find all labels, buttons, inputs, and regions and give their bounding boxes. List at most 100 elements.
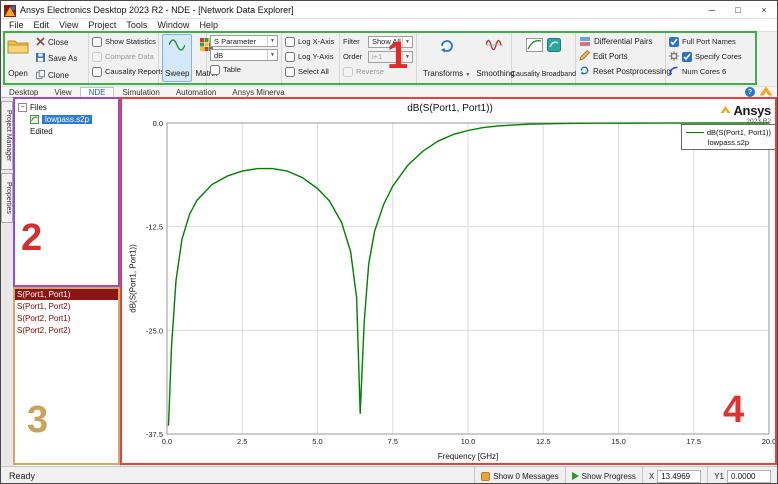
chevron-down-icon: ▼ xyxy=(267,36,277,46)
y-axis-label: dB(S(Port1, Port1)) xyxy=(129,199,138,359)
num-cores-control[interactable]: Num Cores 6 xyxy=(669,64,755,79)
log-x-axis-checkbox[interactable]: Log X-Axis xyxy=(285,34,336,49)
parameter-list-panel: S(Port1, Port1) S(Port1, Port2) S(Port2,… xyxy=(14,286,121,466)
edit-ports-button[interactable]: Edit Ports xyxy=(579,49,662,64)
maximize-icon[interactable]: □ xyxy=(725,1,751,18)
menu-item-edit[interactable]: Edit xyxy=(29,20,55,30)
chevron-down-icon: ▼ xyxy=(465,72,470,78)
parameter-row-s12[interactable]: S(Port1, Port2) xyxy=(14,300,120,312)
tab-desktop[interactable]: Desktop xyxy=(1,87,46,97)
y1-label: Y1 xyxy=(714,472,724,481)
save-as-label: Save As xyxy=(48,54,77,63)
select-all-label: Select All xyxy=(298,67,329,76)
ribbon-group-file-ops: Open Close Save As Clone xyxy=(1,32,89,86)
full-port-names-checkbox[interactable]: Full Port Names xyxy=(669,34,755,49)
ribbon-group-statistics: Show Statistics Compare Data Causality R… xyxy=(89,32,159,86)
select-all-checkbox[interactable]: Select All xyxy=(285,64,336,79)
tab-properties[interactable]: Properties xyxy=(1,173,13,223)
tab-automation[interactable]: Automation xyxy=(168,87,224,97)
menu-item-help[interactable]: Help xyxy=(194,20,223,30)
plot-area[interactable]: 0.02.55.07.510.012.515.017.520.00.0-12.5… xyxy=(121,98,778,466)
menu-item-view[interactable]: View xyxy=(54,20,83,30)
causality-reports-checkbox[interactable]: Causality Reports xyxy=(92,64,155,79)
menu-item-tools[interactable]: Tools xyxy=(121,20,152,30)
x-label: X xyxy=(649,472,654,481)
clone-icon xyxy=(36,70,45,81)
reset-postprocessing-label: Reset Postprocessing xyxy=(593,67,671,76)
tree-node-lowpass[interactable]: lowpass.s2p xyxy=(14,113,120,125)
filter-select[interactable]: Show All ▼ xyxy=(368,36,413,48)
chevron-down-icon: ▼ xyxy=(267,50,277,60)
parameter-row-s22[interactable]: S(Port2, Port2) xyxy=(14,324,120,336)
menu-item-window[interactable]: Window xyxy=(152,20,194,30)
tab-nde[interactable]: NDE xyxy=(80,87,115,97)
tab-project-manager[interactable]: Project Manager xyxy=(1,101,13,170)
svg-text:0.0: 0.0 xyxy=(153,119,163,128)
legend-source: lowpass.s2p xyxy=(708,138,749,147)
parameter-row-s11[interactable]: S(Port1, Port1) xyxy=(14,288,120,300)
compare-data-checkbox[interactable]: Compare Data xyxy=(92,49,155,64)
svg-text:7.5: 7.5 xyxy=(388,437,398,446)
reset-postprocessing-button[interactable]: Reset Postprocessing xyxy=(579,64,662,79)
tab-ansys-minerva[interactable]: Ansys Minerva xyxy=(224,87,292,97)
menu-item-file[interactable]: File xyxy=(4,20,29,30)
tree-node-files[interactable]: − Files xyxy=(14,101,120,113)
table-checkbox[interactable]: Table xyxy=(210,62,278,77)
smoothing-label: Smoothing xyxy=(476,69,514,78)
sweep-button[interactable]: Sweep xyxy=(162,34,192,82)
broadband-icon xyxy=(547,38,561,57)
tab-simulation[interactable]: Simulation xyxy=(114,87,167,97)
tree-expander-icon[interactable]: − xyxy=(18,103,27,112)
causality-broadband-button[interactable]: Causality Broadband xyxy=(515,34,572,82)
svg-text:17.5: 17.5 xyxy=(686,437,701,446)
transforms-label: Transforms ▼ xyxy=(423,69,470,78)
menu-item-project[interactable]: Project xyxy=(83,20,121,30)
open-button[interactable]: Open xyxy=(4,34,32,82)
close-icon[interactable]: × xyxy=(751,1,777,18)
table-label: Table xyxy=(223,65,241,74)
ribbon-group-filter: Filter Show All ▼ Order i+1 ▼ Reverse xyxy=(340,32,417,86)
sweep-icon xyxy=(169,38,185,56)
minimize-icon[interactable]: ─ xyxy=(699,1,725,18)
svg-text:10.0: 10.0 xyxy=(461,437,476,446)
differential-pairs-button[interactable]: Differential Pairs xyxy=(579,34,662,49)
window-controls: ─ □ × xyxy=(699,1,777,18)
legend-line-sample xyxy=(686,132,704,133)
reverse-checkbox[interactable]: Reverse xyxy=(343,64,413,79)
s-parameter-select[interactable]: S Parameter ▼ xyxy=(210,35,278,47)
brand-name: Ansys xyxy=(733,103,771,118)
parameter-row-s21[interactable]: S(Port2, Port1) xyxy=(14,312,120,324)
tree-node-edited[interactable]: Edited xyxy=(14,125,120,137)
log-y-axis-checkbox[interactable]: Log Y-Axis xyxy=(285,49,336,64)
clone-button[interactable]: Clone xyxy=(36,68,77,83)
ansys-mark-icon xyxy=(720,101,731,119)
help-icon[interactable]: ? xyxy=(745,87,755,97)
chart-panel: dB(S(Port1, Port1)) Ansys 2023 R2 0.02.5… xyxy=(121,98,778,466)
open-folder-icon xyxy=(7,38,29,59)
order-select[interactable]: i+1 ▼ xyxy=(368,51,413,63)
x-axis-label: Frequency [GHz] xyxy=(167,452,769,461)
chevron-down-icon: ▼ xyxy=(402,37,412,47)
save-icon xyxy=(36,53,45,64)
num-cores-icon xyxy=(669,66,679,78)
file-ops-column: Close Save As Clone xyxy=(36,34,77,84)
show-progress-button[interactable]: Show Progress xyxy=(565,467,642,484)
save-as-button[interactable]: Save As xyxy=(36,51,77,66)
show-statistics-checkbox[interactable]: Show Statistics xyxy=(92,34,155,49)
db-value: dB xyxy=(214,51,223,60)
close-file-button[interactable]: Close xyxy=(36,35,77,50)
svg-text:0.0: 0.0 xyxy=(162,437,172,446)
ribbon-group-causality: Causality Broadband xyxy=(512,32,576,86)
order-value: i+1 xyxy=(372,52,382,61)
ribbon-group-axes: Log X-Axis Log Y-Axis Select All xyxy=(282,32,340,86)
db-select[interactable]: dB ▼ xyxy=(210,49,278,61)
transforms-button[interactable]: Transforms ▼ xyxy=(420,34,473,82)
tree-files-label: Files xyxy=(30,103,47,112)
tab-view[interactable]: View xyxy=(46,87,79,97)
specify-cores-checkbox[interactable]: Specify Cores xyxy=(669,49,755,64)
show-messages-button[interactable]: Show 0 Messages xyxy=(474,467,564,484)
svg-text:12.5: 12.5 xyxy=(536,437,551,446)
full-port-names-label: Full Port Names xyxy=(682,37,736,46)
svg-text:-25.0: -25.0 xyxy=(146,326,163,335)
gear-icon xyxy=(669,51,679,63)
